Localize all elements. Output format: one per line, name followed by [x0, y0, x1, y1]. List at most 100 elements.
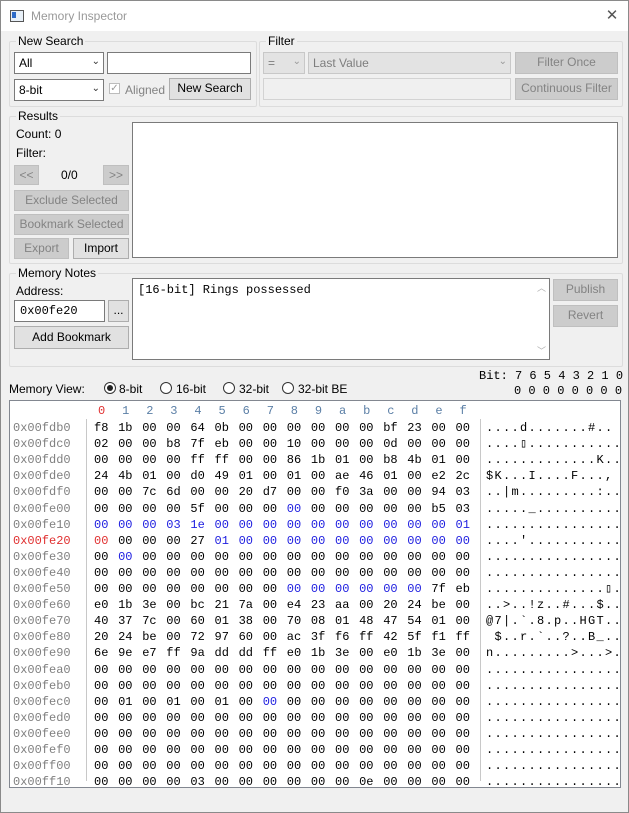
hex-byte[interactable]: 00: [311, 501, 325, 517]
hex-byte[interactable]: 03: [190, 774, 204, 787]
import-button[interactable]: Import: [73, 238, 129, 259]
hex-byte[interactable]: 00: [383, 501, 397, 517]
hex-byte[interactable]: 00: [142, 565, 156, 581]
hex-byte[interactable]: 00: [239, 501, 253, 517]
hex-byte[interactable]: 00: [383, 678, 397, 694]
hex-byte[interactable]: 00: [456, 710, 470, 726]
hex-byte[interactable]: 00: [94, 501, 108, 517]
hex-byte[interactable]: 00: [94, 758, 108, 774]
hex-byte[interactable]: 00: [431, 726, 445, 742]
hex-byte[interactable]: e0: [287, 645, 301, 661]
hex-byte[interactable]: 4b: [407, 452, 421, 468]
hex-byte[interactable]: 00: [142, 420, 156, 436]
hex-byte[interactable]: 00: [456, 662, 470, 678]
hex-byte[interactable]: 00: [359, 517, 373, 533]
hex-byte[interactable]: 3e: [335, 645, 349, 661]
hex-byte[interactable]: 00: [166, 678, 180, 694]
hex-byte[interactable]: 00: [239, 581, 253, 597]
hex-byte[interactable]: 00: [311, 774, 325, 787]
filter-value-input[interactable]: [263, 78, 511, 100]
hex-byte[interactable]: 00: [215, 517, 229, 533]
hex-byte[interactable]: 00: [407, 549, 421, 565]
hex-byte[interactable]: 00: [263, 549, 277, 565]
hex-byte[interactable]: 00: [456, 565, 470, 581]
hex-byte[interactable]: 00: [335, 517, 349, 533]
hex-byte[interactable]: 00: [431, 565, 445, 581]
hex-byte[interactable]: 00: [118, 565, 132, 581]
hex-byte[interactable]: 00: [359, 645, 373, 661]
hex-byte[interactable]: b8: [383, 452, 397, 468]
hex-byte[interactable]: 00: [239, 774, 253, 787]
hex-byte[interactable]: eb: [215, 436, 229, 452]
hex-byte[interactable]: 5f: [190, 501, 204, 517]
hex-byte[interactable]: 00: [215, 710, 229, 726]
hex-byte[interactable]: 00: [311, 710, 325, 726]
hex-byte[interactable]: 00: [166, 468, 180, 484]
hex-byte[interactable]: 7c: [142, 613, 156, 629]
hex-byte[interactable]: 00: [239, 452, 253, 468]
hex-byte[interactable]: 00: [456, 597, 470, 613]
hex-byte[interactable]: 00: [142, 694, 156, 710]
hex-byte[interactable]: be: [431, 597, 445, 613]
hex-byte[interactable]: 00: [407, 710, 421, 726]
hex-byte[interactable]: 00: [118, 710, 132, 726]
hex-byte[interactable]: 01: [383, 468, 397, 484]
hex-byte[interactable]: 00: [287, 678, 301, 694]
hex-byte[interactable]: 00: [383, 533, 397, 549]
hex-byte[interactable]: 00: [359, 420, 373, 436]
hex-byte[interactable]: bf: [383, 420, 397, 436]
hex-byte[interactable]: 00: [407, 758, 421, 774]
hex-byte[interactable]: 00: [311, 726, 325, 742]
hex-byte[interactable]: 00: [142, 436, 156, 452]
hex-byte[interactable]: dd: [239, 645, 253, 661]
hex-byte[interactable]: 00: [118, 501, 132, 517]
hex-byte[interactable]: 00: [166, 452, 180, 468]
hex-byte[interactable]: aa: [335, 597, 349, 613]
hex-byte[interactable]: 00: [190, 662, 204, 678]
hex-byte[interactable]: 54: [407, 613, 421, 629]
hex-byte[interactable]: 00: [263, 468, 277, 484]
hex-byte[interactable]: 00: [142, 758, 156, 774]
hex-byte[interactable]: 00: [166, 565, 180, 581]
hex-byte[interactable]: 00: [456, 452, 470, 468]
hex-byte[interactable]: 00: [311, 484, 325, 500]
hex-byte[interactable]: 60: [239, 629, 253, 645]
hex-byte[interactable]: 24: [94, 468, 108, 484]
data-size-select[interactable]: 8-bit ⌄: [14, 79, 104, 101]
hex-byte[interactable]: 00: [142, 710, 156, 726]
hex-byte[interactable]: 00: [166, 710, 180, 726]
hex-byte[interactable]: 00: [263, 517, 277, 533]
hex-byte[interactable]: 00: [407, 694, 421, 710]
hex-byte[interactable]: 7f: [190, 436, 204, 452]
hex-byte[interactable]: 00: [359, 436, 373, 452]
radio-16bit[interactable]: [160, 382, 172, 394]
hex-byte[interactable]: 00: [407, 678, 421, 694]
hex-byte[interactable]: 00: [215, 774, 229, 787]
hex-byte[interactable]: 00: [239, 694, 253, 710]
hex-byte[interactable]: 00: [94, 710, 108, 726]
hex-byte[interactable]: 00: [142, 678, 156, 694]
hex-byte[interactable]: 00: [118, 436, 132, 452]
hex-byte[interactable]: f1: [431, 629, 445, 645]
address-input[interactable]: 0x00fe20: [14, 300, 105, 322]
hex-byte[interactable]: 00: [456, 742, 470, 758]
hex-byte[interactable]: 00: [335, 710, 349, 726]
hex-byte[interactable]: 00: [311, 581, 325, 597]
scroll-down-icon[interactable]: ﹀: [537, 344, 546, 357]
memory-hex-view[interactable]: 0 1 2 3 4 5 6 7 8 9 a b c d e f 0x00fdb0 f8 1b 00 00 64 0b 00 00…: [9, 400, 621, 788]
hex-byte[interactable]: 00: [383, 565, 397, 581]
hex-byte[interactable]: e4: [287, 597, 301, 613]
hex-byte[interactable]: b5: [431, 501, 445, 517]
hex-byte[interactable]: 00: [263, 758, 277, 774]
hex-byte[interactable]: 00: [215, 662, 229, 678]
hex-byte[interactable]: 00: [215, 742, 229, 758]
hex-byte[interactable]: 00: [335, 678, 349, 694]
hex-byte[interactable]: 00: [239, 517, 253, 533]
hex-byte[interactable]: 00: [359, 742, 373, 758]
hex-byte[interactable]: 00: [166, 613, 180, 629]
hex-byte[interactable]: 00: [359, 597, 373, 613]
note-textarea[interactable]: [16-bit] Rings possessed ︿ ﹀: [132, 278, 550, 360]
hex-byte[interactable]: 00: [407, 726, 421, 742]
hex-byte[interactable]: 24: [407, 597, 421, 613]
hex-byte[interactable]: 00: [94, 565, 108, 581]
